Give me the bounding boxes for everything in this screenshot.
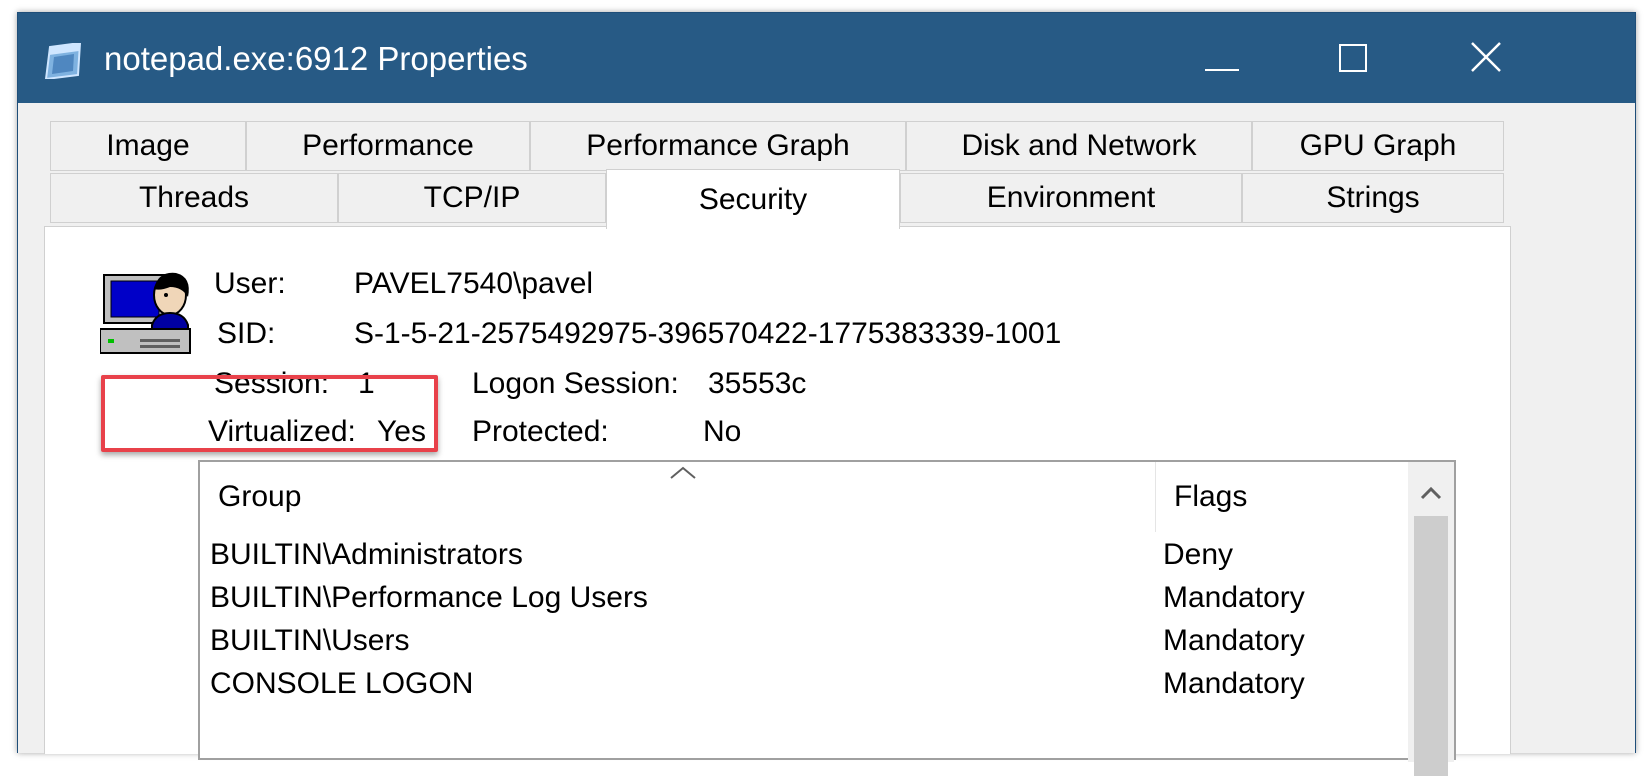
tab-environment[interactable]: Environment xyxy=(900,173,1242,223)
logon-session-label: Logon Session: xyxy=(472,367,679,400)
tab-threads[interactable]: Threads xyxy=(50,173,338,223)
sid-label: SID: xyxy=(217,317,276,350)
group-cell: BUILTIN\Performance Log Users xyxy=(210,581,648,614)
group-cell: BUILTIN\Users xyxy=(210,624,410,657)
group-cell: BUILTIN\Administrators xyxy=(210,538,523,571)
table-row[interactable]: CONSOLE LOGON Mandatory xyxy=(200,667,1400,710)
flags-cell: Mandatory xyxy=(1163,624,1305,657)
tab-strings[interactable]: Strings xyxy=(1242,173,1504,223)
virtualized-highlight-box xyxy=(101,375,438,452)
column-divider[interactable] xyxy=(1155,462,1156,532)
tab-gpu-graph[interactable]: GPU Graph xyxy=(1252,121,1504,171)
tab-performance-graph[interactable]: Performance Graph xyxy=(530,121,906,171)
protected-label: Protected: xyxy=(472,415,609,448)
groups-list[interactable]: Group Flags BUILTIN\Administrators Deny … xyxy=(198,460,1456,776)
sid-value: S-1-5-21-2575492975-396570422-1775383339… xyxy=(354,317,1062,350)
logon-session-value: 35553c xyxy=(708,367,807,400)
tab-image[interactable]: Image xyxy=(50,121,246,171)
title-bar[interactable]: notepad.exe:6912 Properties xyxy=(18,13,1635,103)
close-icon[interactable] xyxy=(1451,31,1521,87)
protected-value: No xyxy=(703,415,742,448)
group-cell: CONSOLE LOGON xyxy=(210,667,474,700)
flags-cell: Mandatory xyxy=(1163,667,1305,700)
scroll-thumb[interactable] xyxy=(1414,516,1448,776)
vertical-scrollbar[interactable] xyxy=(1408,462,1454,776)
user-value: PAVEL7540\pavel xyxy=(354,267,594,300)
app-window-icon xyxy=(44,43,82,79)
user-label: User: xyxy=(214,267,286,300)
column-header-group[interactable]: Group xyxy=(218,462,301,532)
maximize-icon[interactable] xyxy=(1321,31,1391,87)
table-row[interactable]: BUILTIN\Administrators Deny xyxy=(200,538,1400,581)
column-header-flags[interactable]: Flags xyxy=(1174,462,1247,532)
minimize-icon[interactable] xyxy=(1188,31,1258,87)
table-row[interactable]: BUILTIN\Performance Log Users Mandatory xyxy=(200,581,1400,624)
flags-cell: Deny xyxy=(1163,538,1234,571)
flags-cell: Mandatory xyxy=(1163,581,1305,614)
user-computer-icon xyxy=(100,272,191,354)
table-row[interactable]: BUILTIN\Users Mandatory xyxy=(200,624,1400,667)
scroll-up-icon[interactable] xyxy=(1408,472,1454,512)
window-title: notepad.exe:6912 Properties xyxy=(104,40,528,77)
tab-disk-and-network[interactable]: Disk and Network xyxy=(906,121,1252,171)
tab-security[interactable]: Security xyxy=(606,169,900,229)
tab-performance[interactable]: Performance xyxy=(246,121,530,171)
sort-ascending-icon xyxy=(670,466,696,479)
tab-tcp-ip[interactable]: TCP/IP xyxy=(338,173,606,223)
